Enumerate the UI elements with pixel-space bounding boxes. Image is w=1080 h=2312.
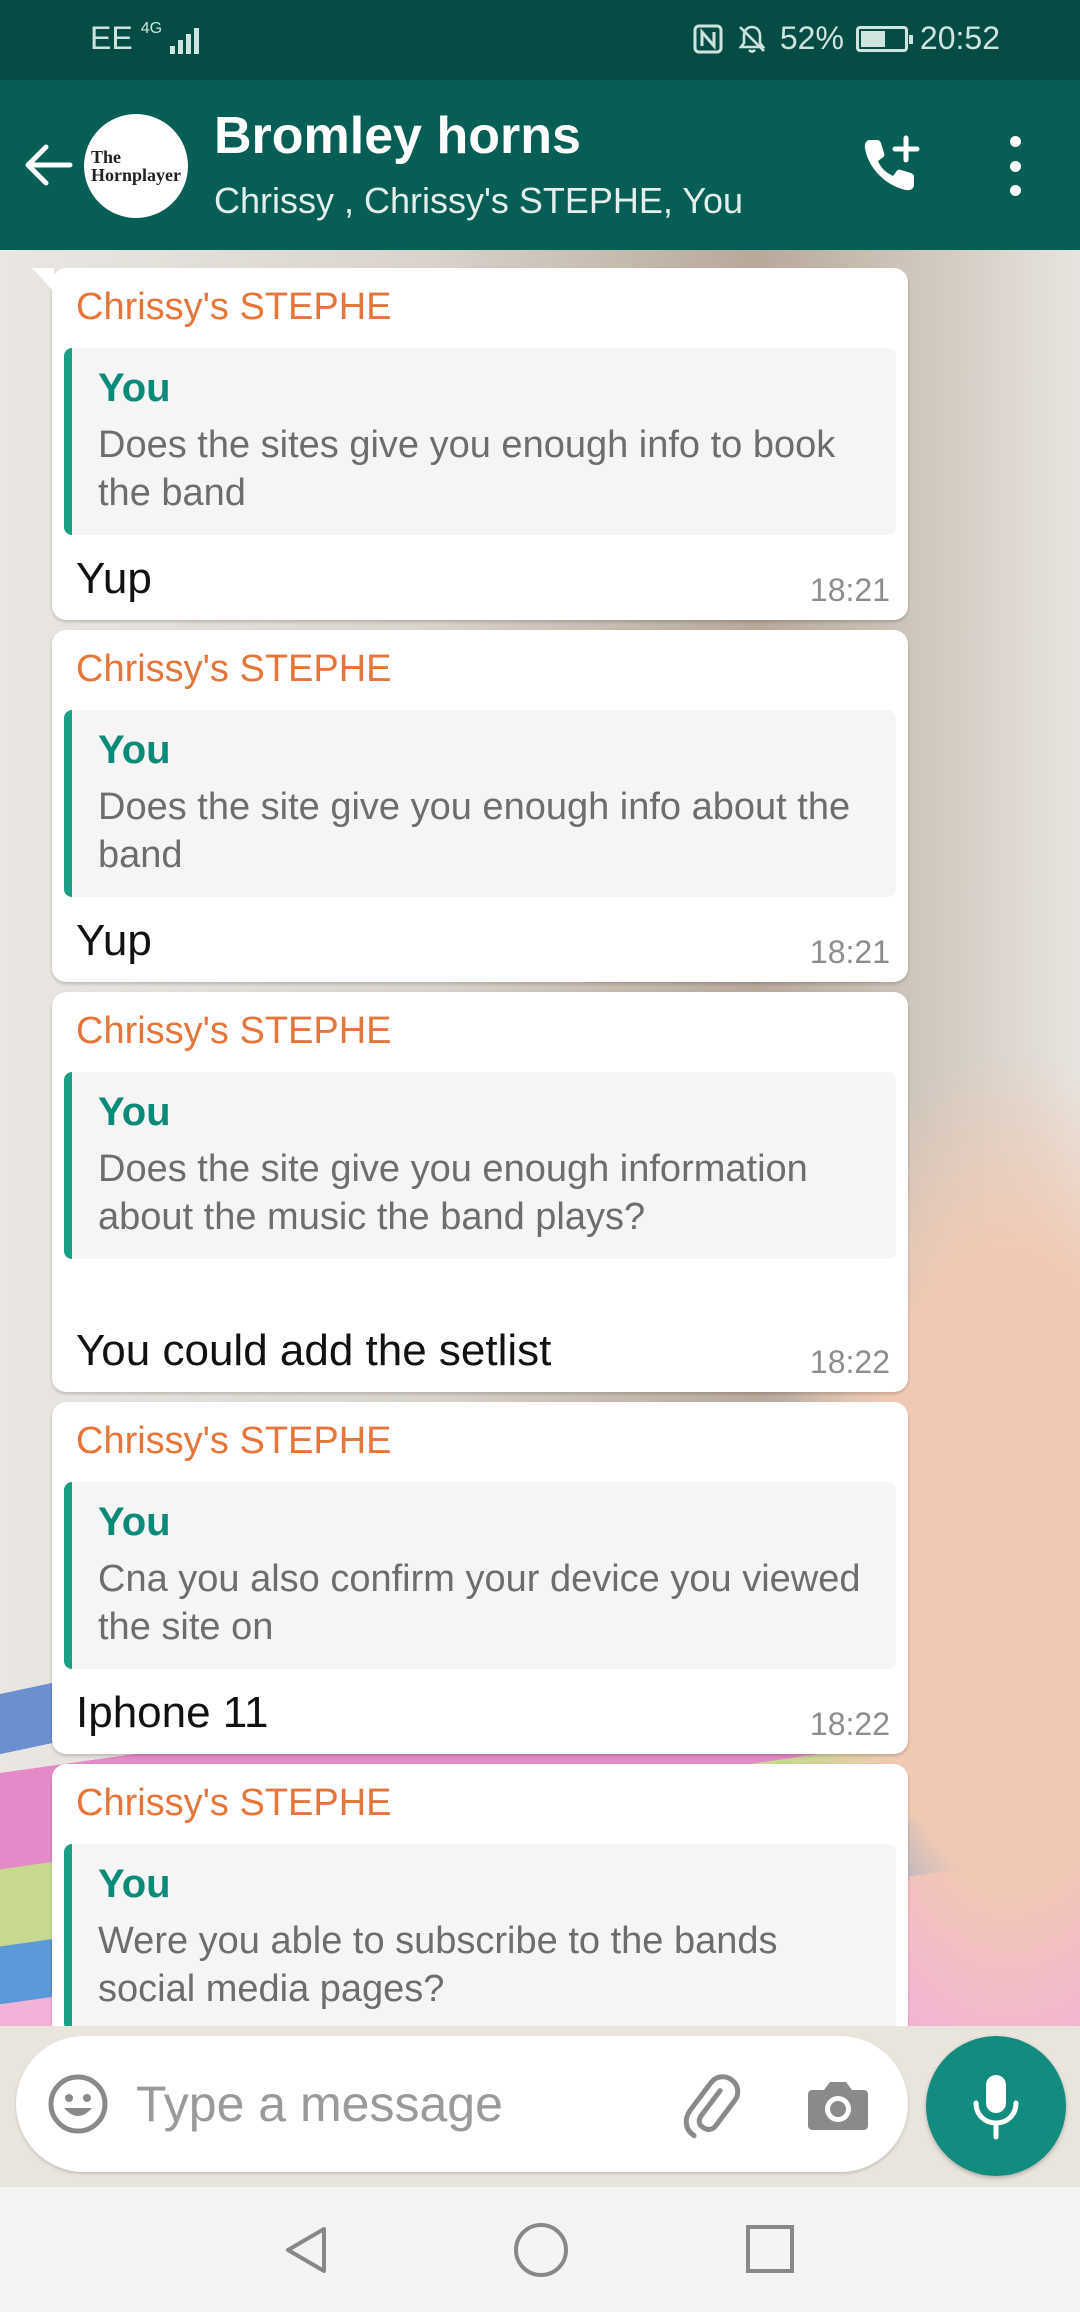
camera-icon	[808, 2082, 868, 2130]
quoted-message[interactable]: You Were you able to subscribe to the ba…	[64, 1844, 896, 2026]
quoted-author: You	[98, 728, 171, 772]
battery-icon	[855, 25, 913, 52]
quoted-text: Does the sites give you enough info to b…	[98, 424, 836, 514]
group-title[interactable]: Bromley horns	[214, 106, 581, 166]
message-time: 18:21	[809, 934, 890, 970]
message-sender: Chrissy's STEPHE	[76, 1010, 392, 1052]
quoted-author: You	[98, 1090, 171, 1134]
quoted-author: You	[98, 366, 171, 410]
emoji-button[interactable]	[46, 2072, 110, 2136]
quoted-message[interactable]: You Does the sites give you enough info …	[64, 348, 896, 535]
quoted-author: You	[98, 1500, 171, 1544]
bell-muted-icon	[738, 25, 766, 53]
quoted-author: You	[98, 1862, 171, 1906]
back-button[interactable]	[18, 130, 78, 200]
attach-button[interactable]	[676, 2070, 746, 2140]
quoted-text: Cna you also confirm your device you vie…	[98, 1558, 861, 1648]
message-bubble[interactable]: Chrissy's STEPHE You Does the sites give…	[32, 268, 908, 620]
add-call-button[interactable]	[856, 130, 926, 200]
message-bubble[interactable]: Chrissy's STEPHE You Does the site give …	[52, 992, 908, 1392]
group-avatar[interactable]: The Hornplayer	[84, 114, 188, 218]
nfc-icon	[693, 24, 723, 53]
camera-button[interactable]	[806, 2074, 870, 2134]
status-right: 52% 20:52	[692, 20, 1000, 57]
add-call-icon	[864, 135, 920, 191]
quoted-message[interactable]: You Does the site give you enough info a…	[64, 710, 896, 897]
status-left: EE 4G	[90, 20, 200, 57]
system-navigation-bar	[0, 2186, 1080, 2312]
arrow-left-icon	[25, 144, 73, 186]
more-options-button[interactable]	[1000, 136, 1030, 196]
message-time: 18:21	[809, 572, 890, 608]
message-sender: Chrissy's STEPHE	[76, 1782, 392, 1824]
message-time: 18:22	[809, 1706, 890, 1742]
quoted-message[interactable]: You Cna you also confirm your device you…	[64, 1482, 896, 1669]
menu-dot	[1009, 185, 1021, 196]
message-input[interactable]	[136, 2064, 656, 2144]
carrier-label: EE	[90, 20, 133, 56]
message-text: You could add the setlist	[76, 1326, 552, 1375]
paperclip-icon	[683, 2074, 741, 2139]
menu-dot	[1009, 160, 1021, 172]
nav-home-icon[interactable]	[514, 2223, 568, 2277]
chat-area[interactable]: Chrissy's STEPHE You Does the sites give…	[0, 250, 1080, 2026]
avatar-logo: The Hornplayer	[91, 148, 181, 184]
status-time: 20:52	[919, 20, 1000, 56]
chat-header: The Hornplayer Bromley horns Chrissy , C…	[0, 80, 1080, 250]
message-composer	[0, 2026, 1080, 2186]
message-bubble[interactable]: Chrissy's STEPHE You Does the site give …	[52, 630, 908, 982]
emoji-icon	[48, 2074, 108, 2134]
network-label: 4G	[140, 20, 163, 37]
nav-recent-apps-icon[interactable]	[746, 2225, 794, 2273]
avatar-logo-line1: The	[91, 147, 122, 167]
message-sender: Chrissy's STEPHE	[76, 648, 392, 690]
message-sender: Chrissy's STEPHE	[76, 1420, 392, 1462]
battery-percent: 52%	[779, 20, 844, 56]
quoted-message[interactable]: You Does the site give you enough inform…	[64, 1072, 896, 1259]
voice-message-button[interactable]	[926, 2036, 1066, 2176]
battery-fill	[860, 30, 885, 47]
signal-icon	[170, 24, 200, 54]
quoted-text: Were you able to subscribe to the bands …	[98, 1920, 778, 2010]
message-text: Yup	[76, 554, 152, 603]
more-vertical-icon	[1009, 136, 1021, 147]
message-text: Iphone 11	[76, 1688, 269, 1737]
message-bubble[interactable]: Chrissy's STEPHE You Were you able to su…	[52, 1764, 908, 2026]
status-bar: EE 4G 52% 20:52	[0, 0, 1080, 80]
composer-pill	[16, 2036, 908, 2172]
quoted-text: Does the site give you enough info about…	[98, 786, 851, 876]
message-time: 18:22	[809, 1344, 890, 1380]
message-text: Yup	[76, 916, 152, 965]
group-members[interactable]: Chrissy , Chrissy's STEPHE, You	[214, 180, 743, 222]
microphone-icon	[973, 2075, 1019, 2140]
message-sender: Chrissy's STEPHE	[76, 286, 392, 328]
nav-back-icon[interactable]	[280, 2223, 334, 2277]
quoted-text: Does the site give you enough informatio…	[98, 1148, 808, 1238]
avatar-logo-line2: Hornplayer	[91, 165, 181, 185]
message-bubble[interactable]: Chrissy's STEPHE You Cna you also confir…	[52, 1402, 908, 1754]
